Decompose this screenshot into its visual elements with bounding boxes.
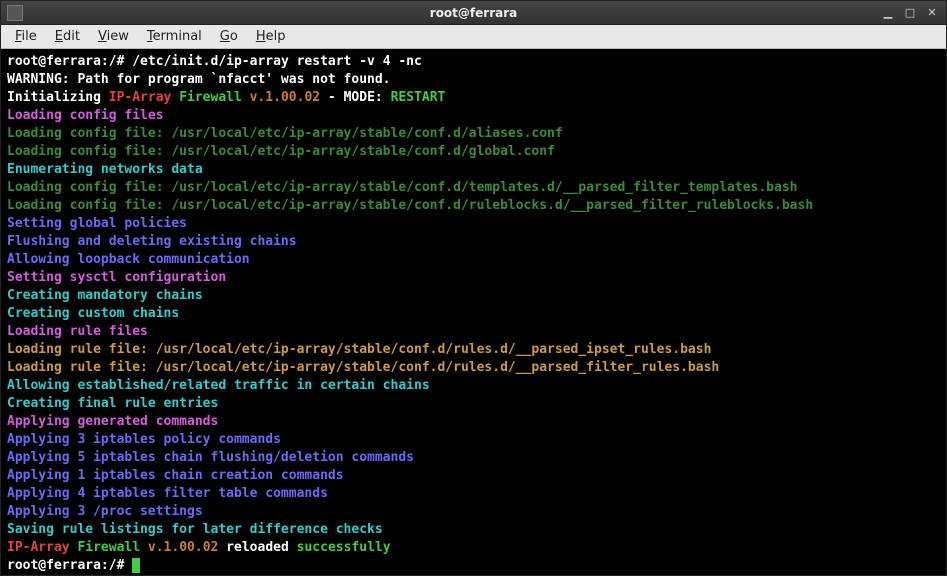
output-line: Enumerating networks data — [7, 162, 203, 177]
window-buttons: ▁ □ ✕ — [880, 6, 946, 20]
maximize-button[interactable]: □ — [902, 6, 918, 20]
output-line: Allowing loopback communication — [7, 252, 250, 267]
output-line: IP-Array — [109, 90, 179, 105]
output-line: Applying 1 iptables chain creation comma… — [7, 468, 344, 483]
output-line: Firewall — [77, 540, 147, 555]
output-line: v.1.00.02 — [148, 540, 218, 555]
output-line: Allowing established/related traffic in … — [7, 378, 430, 393]
output-line: Firewall — [179, 90, 249, 105]
window-titlebar: root@ferrara ▁ □ ✕ — [1, 1, 946, 25]
output-line: Loading config file: /usr/local/etc/ip-a… — [7, 180, 798, 195]
output-line: successfully — [297, 540, 391, 555]
command-text: /etc/init.d/ip-array restart -v 4 -nc — [132, 54, 422, 69]
window-title: root@ferrara — [430, 6, 517, 20]
menu-bar: File Edit View Terminal Go Help — [1, 25, 946, 49]
app-icon — [7, 5, 23, 21]
prompt: root@ferrara:/# — [7, 558, 132, 573]
prompt: root@ferrara:/# — [7, 54, 132, 69]
output-line: Loading config file: /usr/local/etc/ip-a… — [7, 144, 555, 159]
output-line: RESTART — [391, 90, 446, 105]
output-line: reloaded — [218, 540, 296, 555]
cursor-block — [132, 558, 140, 573]
output-line: Applying 4 iptables filter table command… — [7, 486, 328, 501]
output-line: Applying 3 iptables policy commands — [7, 432, 281, 447]
output-line: IP-Array — [7, 540, 77, 555]
menu-help[interactable]: Help — [248, 27, 294, 46]
output-line: Creating custom chains — [7, 306, 179, 321]
close-button[interactable]: ✕ — [924, 6, 940, 20]
output-line: - MODE: — [320, 90, 390, 105]
output-line: Saving rule listings for later differenc… — [7, 522, 383, 537]
output-line: Creating mandatory chains — [7, 288, 203, 303]
output-line: Applying 5 iptables chain flushing/delet… — [7, 450, 414, 465]
menu-view[interactable]: View — [90, 27, 137, 46]
menu-terminal[interactable]: Terminal — [139, 27, 210, 46]
output-line: Loading rule files — [7, 324, 148, 339]
output-line: Loading config files — [7, 108, 164, 123]
output-line: Applying generated commands — [7, 414, 218, 429]
output-line: Setting sysctl configuration — [7, 270, 226, 285]
output-line: Applying 3 /proc settings — [7, 504, 203, 519]
menu-go[interactable]: Go — [212, 27, 246, 46]
output-line: Loading config file: /usr/local/etc/ip-a… — [7, 198, 813, 213]
output-line: Loading rule file: /usr/local/etc/ip-arr… — [7, 342, 711, 357]
output-line: Creating final rule entries — [7, 396, 218, 411]
output-line: Initializing — [7, 90, 109, 105]
menu-edit[interactable]: Edit — [47, 27, 88, 46]
menu-file[interactable]: File — [7, 27, 45, 46]
minimize-button[interactable]: ▁ — [880, 6, 896, 20]
output-line: Loading rule file: /usr/local/etc/ip-arr… — [7, 360, 719, 375]
output-line: Flushing and deleting existing chains — [7, 234, 297, 249]
output-line: Setting global policies — [7, 216, 187, 231]
output-line: Loading config file: /usr/local/etc/ip-a… — [7, 126, 563, 141]
terminal-output[interactable]: root@ferrara:/# /etc/init.d/ip-array res… — [1, 49, 946, 575]
output-line: WARNING: Path for program `nfacct' was n… — [7, 72, 391, 87]
output-line: v.1.00.02 — [250, 90, 320, 105]
